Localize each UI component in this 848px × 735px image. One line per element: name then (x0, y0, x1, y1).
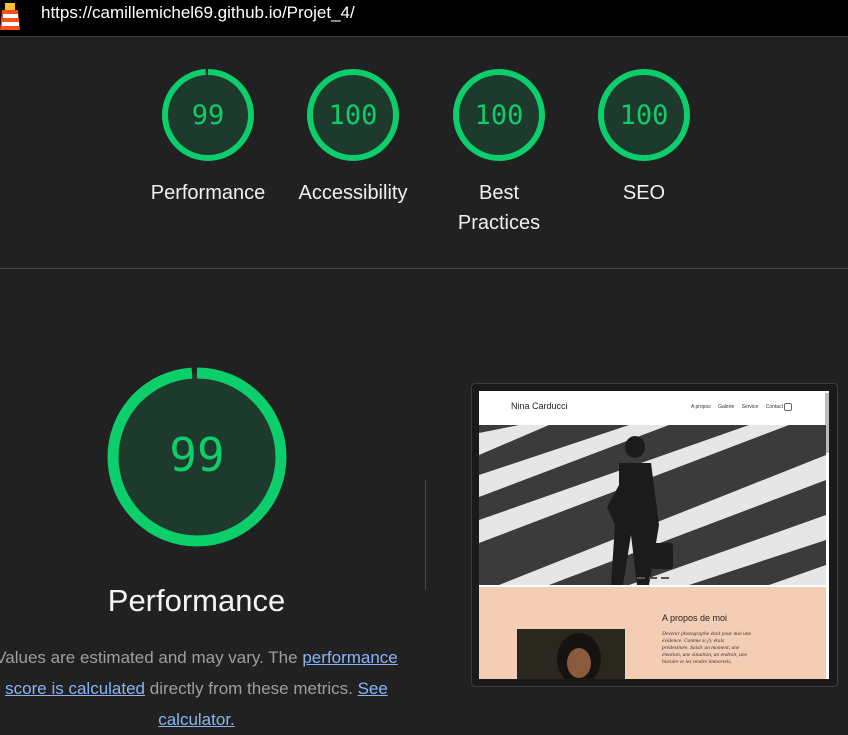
gauge-score: 100 (620, 100, 669, 131)
gauge-score: 100 (329, 100, 378, 131)
site-nav-link: A propos (691, 404, 711, 410)
portrait-image (517, 629, 625, 679)
gauge-ring: 100 (453, 69, 545, 161)
gauge-performance[interactable]: 99 Performance (133, 66, 283, 208)
gauge-label: Accessibility (298, 182, 408, 204)
site-nav-link: Galerie (718, 404, 735, 410)
gauge-best-practices[interactable]: 100 Best Practices (424, 66, 574, 238)
instagram-icon (784, 403, 792, 411)
description-text: Values are estimated and may vary. The (0, 648, 303, 667)
performance-title: Performance (107, 583, 286, 618)
description-text: directly from these metrics. (145, 679, 358, 698)
section-divider (0, 268, 848, 269)
url-bar: https://camillemichel69.github.io/Projet… (0, 0, 848, 37)
site-nav-links: A propos Galerie Service Contact (691, 404, 789, 410)
gauge-label: Best Practices (457, 182, 541, 234)
lighthouse-icon (0, 0, 22, 30)
gauge-ring: 99 (162, 69, 254, 161)
gauge-score: 99 (192, 100, 225, 131)
page-url[interactable]: https://camillemichel69.github.io/Projet… (41, 3, 355, 23)
gauge-ring: 100 (307, 69, 399, 161)
about-text: Devenir photographe était pour moi une é… (662, 631, 752, 665)
site-name: Nina Carducci (511, 401, 568, 411)
gauge-score: 100 (475, 100, 524, 131)
about-title: A propos de moi (662, 613, 728, 623)
performance-gauge-large: 99 (107, 367, 287, 547)
performance-score: 99 (169, 428, 224, 482)
gauge-label: Performance (150, 182, 266, 204)
gauge-label: SEO (622, 182, 666, 204)
crosswalk-photo (479, 425, 826, 585)
portrait-photo (517, 629, 625, 679)
about-section: A propos de moi Devenir photographe étai… (479, 587, 826, 679)
screenshot-content: Nina Carducci A propos Galerie Service C… (479, 391, 829, 679)
vertical-divider (425, 480, 426, 590)
page-screenshot-thumbnail[interactable]: Nina Carducci A propos Galerie Service C… (471, 383, 838, 687)
hero-image (479, 425, 826, 585)
site-nav-link: Contact (765, 404, 783, 410)
performance-description: Values are estimated and may vary. The p… (0, 642, 413, 735)
gauge-seo[interactable]: 100 SEO (569, 66, 719, 208)
gauge-accessibility[interactable]: 100 Accessibility (278, 66, 428, 208)
site-header: Nina Carducci A propos Galerie Service C… (479, 391, 829, 425)
gauge-ring: 100 (598, 69, 690, 161)
score-gauges: 99 Performance 100 Accessibility 100 Bes… (0, 36, 848, 268)
site-nav-link: Service (741, 404, 759, 410)
